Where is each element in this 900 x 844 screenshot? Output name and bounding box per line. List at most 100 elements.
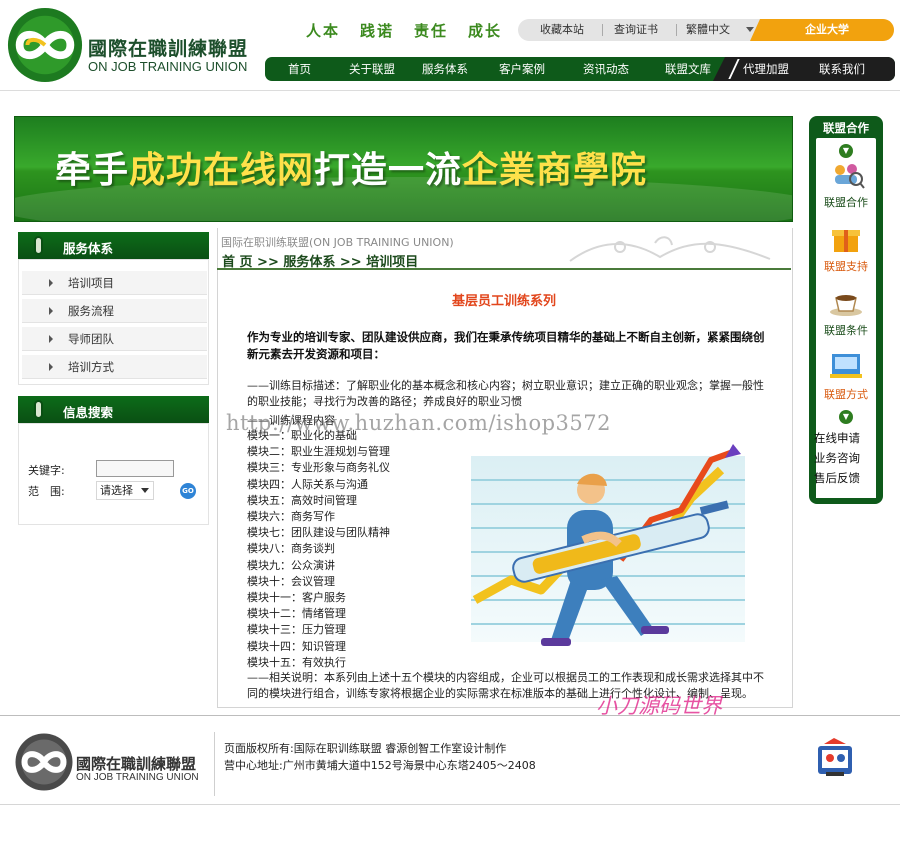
- page-title: 基层员工训练系列: [452, 294, 557, 309]
- caret-right-icon: [49, 307, 53, 315]
- alliance-item-label[interactable]: 联盟方式: [816, 386, 876, 402]
- list-item: 模块三：专业形象与商务礼仪: [247, 461, 390, 475]
- list-item: 模块五：高效时间管理: [247, 493, 357, 507]
- range-select-value: 请选择: [100, 484, 133, 497]
- footer-vertical-divider: [214, 732, 215, 796]
- org-caption: 国际在职训练联盟(ON JOB TRAINING UNION): [221, 236, 454, 249]
- slogan-word: 人本: [306, 22, 341, 40]
- hero-banner: 牵手成功在线网打造一流企業商學院: [14, 116, 793, 222]
- certificate-query-link[interactable]: 查询证书: [614, 19, 658, 41]
- cartoon-badge-icon[interactable]: [812, 736, 858, 778]
- search-go-button[interactable]: GO: [180, 483, 196, 499]
- logo-english-name: ON JOB TRAINING UNION: [88, 59, 248, 74]
- slogan-word: 践诺: [360, 22, 395, 40]
- alliance-panel: ▼ 联盟合作 联盟支持 联盟条件 联盟方式 ▼: [816, 138, 876, 438]
- service-item-label: 培训方式: [68, 360, 114, 374]
- url-watermark: http://www.huzhan.com/ishop3572: [226, 411, 611, 435]
- slogan: 人本 践诺 责任 成长: [306, 20, 502, 41]
- computer-box-icon: [830, 354, 862, 378]
- list-item: 模块十五：有效执行: [247, 655, 346, 669]
- footer-logo-english-name: ON JOB TRAINING UNION: [76, 772, 199, 783]
- service-item-methods[interactable]: 培训方式: [22, 355, 207, 379]
- banner-text-part: 成功在线网: [129, 149, 315, 191]
- service-item-label: 培训项目: [68, 276, 114, 290]
- header-divider: [0, 90, 900, 91]
- footer-divider: [0, 715, 900, 716]
- alliance-item-label[interactable]: 联盟条件: [816, 322, 876, 338]
- traditional-chinese-link[interactable]: 繁體中文: [686, 19, 730, 41]
- online-apply-link[interactable]: 在线申请: [814, 428, 876, 448]
- list-item: 模块六：商务写作: [247, 510, 335, 524]
- growth-illustration: [471, 444, 745, 646]
- logo-chinese-name: 國際在職訓練聯盟: [88, 38, 249, 60]
- nav-item-cases[interactable]: 客户案例: [499, 57, 545, 81]
- service-box-header: 服务体系: [18, 232, 209, 260]
- range-select[interactable]: 请选择: [96, 481, 154, 500]
- magnifier-people-icon: [835, 164, 865, 189]
- breadcrumb-underline: [217, 268, 791, 270]
- caret-right-icon: [49, 363, 53, 371]
- keyword-input[interactable]: [96, 460, 174, 477]
- caret-right-icon: [49, 335, 53, 343]
- list-item: 模块四：人际关系与沟通: [247, 477, 368, 491]
- service-list: 培训项目 服务流程 导师团队 培训方式: [18, 259, 209, 385]
- divider: [676, 24, 677, 36]
- list-item: 模块八：商务谈判: [247, 542, 335, 556]
- footer-logo[interactable]: 國際在職訓練聯盟 ON JOB TRAINING UNION: [14, 732, 214, 796]
- list-item: 模块十四：知识管理: [247, 639, 346, 653]
- floral-ornament-icon: [569, 236, 771, 262]
- nav-item-services[interactable]: 服务体系: [422, 57, 468, 81]
- footer-logo-chinese-name: 國際在職訓練聯盟: [76, 755, 197, 773]
- slogan-word: 成长: [468, 22, 503, 40]
- main-nav: 首页 关于联盟 服务体系 客户案例 资讯动态 联盟文库 代理加盟 联系我们: [265, 57, 895, 81]
- caret-right-icon: [49, 279, 53, 287]
- list-item: 模块九：公众演讲: [247, 558, 335, 572]
- enterprise-university-button[interactable]: 企业大学: [750, 19, 894, 41]
- list-item: 模块十二：情绪管理: [247, 607, 346, 621]
- goal-paragraph: ——训练目标描述：了解职业化的基本概念和核心内容；树立职业意识；建立正确的职业观…: [247, 379, 764, 408]
- alliance-sidebar-title: 联盟合作: [823, 121, 869, 135]
- after-sales-link[interactable]: 售后反馈: [814, 468, 876, 488]
- service-item-training[interactable]: 培训项目: [22, 271, 207, 295]
- list-item: 模块十三：压力管理: [247, 623, 346, 637]
- nav-item-home[interactable]: 首页: [288, 57, 311, 81]
- list-item: 模块十一：客户服务: [247, 591, 346, 605]
- banner-text-part: 企業商學院: [462, 149, 648, 191]
- service-item-process[interactable]: 服务流程: [22, 299, 207, 323]
- alliance-item-label[interactable]: 联盟合作: [816, 194, 876, 210]
- nav-item-library[interactable]: 联盟文库: [665, 57, 711, 81]
- chevron-down-icon: ▼: [839, 410, 853, 424]
- list-item: 模块二：职业生涯规划与管理: [247, 445, 390, 459]
- nav-item-franchise[interactable]: 代理加盟: [743, 57, 789, 81]
- top-links-bar: 收藏本站 查询证书 繁體中文 企业大学: [518, 19, 894, 41]
- divider: [602, 24, 603, 36]
- logo-emblem-icon: [7, 7, 83, 83]
- site-logo[interactable]: 國際在職訓練聯盟 ON JOB TRAINING UNION: [4, 4, 254, 86]
- banner-text-part: 打造一流: [314, 149, 463, 191]
- keyword-label: 关键字:: [28, 464, 65, 477]
- chevron-down-icon: [141, 488, 149, 493]
- nav-item-contact[interactable]: 联系我们: [819, 57, 865, 81]
- header-pill-icon: [36, 238, 41, 253]
- list-item: 模块十：会议管理: [247, 574, 335, 588]
- footer-copyright: 页面版权所有:国际在职训练联盟 睿源创智工作室设计制作: [224, 742, 507, 755]
- divider: [728, 59, 740, 79]
- alliance-item-label[interactable]: 联盟支持: [816, 258, 876, 274]
- logo-emblem-icon: [15, 733, 73, 791]
- banner-headline: 牵手成功在线网打造一流企業商學院: [55, 141, 647, 193]
- footer-address: 营中心地址:广州市黄埔大道中152号海景中心东塔2405～2408: [224, 759, 536, 772]
- service-item-mentors[interactable]: 导师团队: [22, 327, 207, 351]
- service-item-label: 导师团队: [68, 332, 114, 346]
- search-box: 关键字: 范 围: 请选择 GO: [18, 423, 209, 525]
- alliance-sidebar: 联盟合作 ▼ 联盟合作 联盟支持 联盟条件 联盟方式 ▼ 在线申请 业务咨询 售…: [809, 116, 883, 504]
- nav-item-about[interactable]: 关于联盟: [349, 57, 395, 81]
- intro-paragraph: 作为专业的培训专家、团队建设供应商，我们在秉承传统项目精华的基础上不断自主创新，…: [247, 330, 765, 361]
- gift-box-icon: [832, 230, 860, 252]
- bookmark-link[interactable]: 收藏本站: [540, 19, 584, 41]
- nav-dark-segment: 代理加盟 联系我们: [713, 57, 895, 81]
- list-item: 模块七：团队建设与团队精神: [247, 526, 390, 540]
- nav-item-news[interactable]: 资讯动态: [583, 57, 629, 81]
- business-consult-link[interactable]: 业务咨询: [814, 448, 876, 468]
- module-list: 模块一：职业化的基础 模块二：职业生涯规划与管理 模块三：专业形象与商务礼仪 模…: [247, 428, 467, 671]
- service-box-title: 服务体系: [63, 241, 114, 256]
